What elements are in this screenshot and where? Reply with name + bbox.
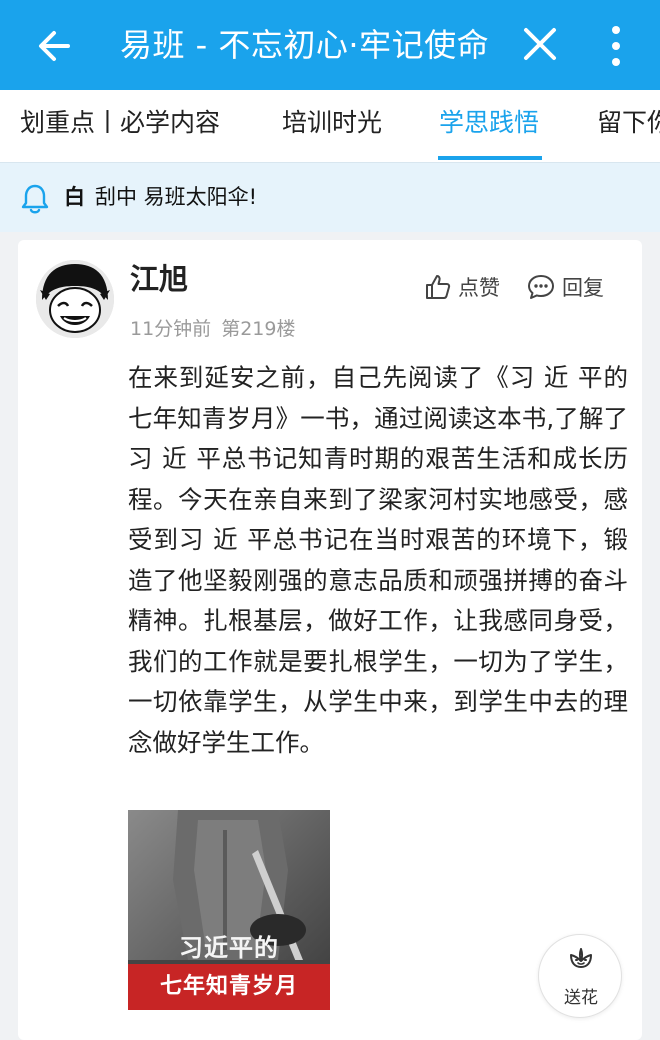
book-title-line1: 习近平的 xyxy=(179,933,279,962)
reply-button[interactable]: 回复 xyxy=(526,270,604,304)
bell-icon xyxy=(21,184,49,214)
post-time: 11分钟前 xyxy=(130,318,212,340)
tab-training-time[interactable]: 培训时光 xyxy=(282,106,382,140)
thumbs-up-icon xyxy=(426,275,451,299)
active-tab-indicator xyxy=(438,156,542,160)
back-button[interactable] xyxy=(34,26,74,66)
tab-leave-message[interactable]: 留下你 xyxy=(597,106,660,140)
tab-study-reflection[interactable]: 学思践悟 xyxy=(439,106,539,140)
close-button[interactable] xyxy=(522,26,558,62)
avatar-image xyxy=(36,260,114,338)
arrow-left-icon xyxy=(39,31,70,61)
author-name[interactable]: 江旭 xyxy=(130,260,188,298)
book-title-line2: 七年知青岁月 xyxy=(159,973,298,999)
post-content: 在来到延安之前，自己先阅读了《习 近 平的七年知青岁月》一书，通过阅读这本书,了… xyxy=(128,363,628,757)
notice-message: 刮中 易班太阳伞! xyxy=(95,185,258,209)
like-button[interactable]: 点赞 xyxy=(424,270,500,304)
post-image[interactable]: 习近平的 七年知青岁月 xyxy=(128,810,330,1010)
avatar[interactable] xyxy=(36,260,114,338)
reply-label: 回复 xyxy=(562,276,604,300)
close-icon xyxy=(524,28,556,60)
more-menu-button[interactable] xyxy=(602,24,630,68)
comment-icon xyxy=(528,275,554,299)
send-flower-label: 送花 xyxy=(564,988,598,1008)
app-bar: 易班 - 不忘初心·牢记使命 xyxy=(0,0,660,90)
post-floor: 第219楼 xyxy=(221,318,296,340)
notice-text: 白刮中 易班太阳伞! xyxy=(64,181,257,213)
tab-bar: 划重点丨必学内容 培训时光 学思践悟 留下你 xyxy=(0,90,660,162)
notice-prefix: 白 xyxy=(64,185,85,209)
like-label: 点赞 xyxy=(458,276,500,300)
send-flower-button[interactable]: 送花 xyxy=(538,934,622,1018)
flower-icon xyxy=(570,948,592,968)
more-vertical-icon xyxy=(612,26,620,66)
post-card: 江旭 11分钟前 第219楼 点赞 回复 在来到延安之前，自己先阅读了《习 近 平… xyxy=(18,240,642,1040)
tab-key-points[interactable]: 划重点丨必学内容 xyxy=(20,106,220,140)
notice-bar[interactable]: 白刮中 易班太阳伞! xyxy=(0,162,660,232)
page-title: 易班 - 不忘初心·牢记使命 xyxy=(120,26,490,64)
post-meta: 11分钟前 第219楼 xyxy=(130,316,295,342)
